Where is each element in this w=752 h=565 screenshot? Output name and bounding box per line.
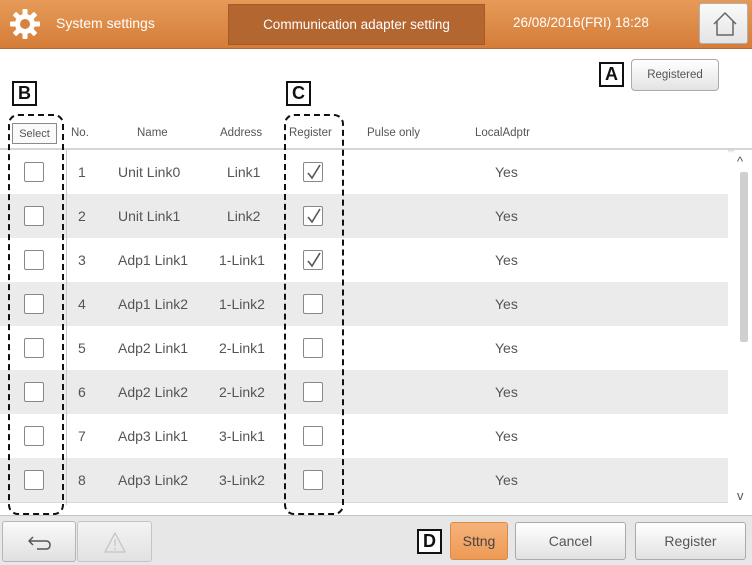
back-button[interactable] <box>2 521 76 562</box>
row-local-adptr: Yes <box>495 340 518 356</box>
row-address: Link2 <box>227 208 261 224</box>
row-address: 2-Link2 <box>219 384 265 400</box>
row-address: 2-Link1 <box>219 340 265 356</box>
warning-icon <box>104 532 126 553</box>
row-name: Adp1 Link1 <box>118 252 189 268</box>
table-row[interactable]: 7 Adp3 Link1 3-Link1 Yes <box>0 414 728 459</box>
row-no: 2 <box>78 208 86 224</box>
row-name: Adp1 Link2 <box>118 296 189 312</box>
row-no: 5 <box>78 340 86 356</box>
row-local-adptr: Yes <box>495 472 518 488</box>
back-arrow-icon <box>28 536 51 550</box>
sttng-button[interactable]: Sttng <box>450 522 508 560</box>
column-header-local-adptr: LocalAdptr <box>475 127 530 139</box>
row-name: Unit Link0 <box>118 164 181 180</box>
row-no: 3 <box>78 252 86 268</box>
row-name: Adp3 Link1 <box>118 428 189 444</box>
row-name: Adp3 Link2 <box>118 472 189 488</box>
scroll-thumb[interactable] <box>740 172 748 342</box>
register-button[interactable]: Register <box>635 522 746 560</box>
table-row[interactable]: 3 Adp1 Link1 1-Link1 Yes <box>0 238 728 283</box>
row-no: 6 <box>78 384 86 400</box>
row-name: Adp2 Link2 <box>118 384 189 400</box>
row-local-adptr: Yes <box>495 428 518 444</box>
table-row[interactable]: 8 Adp3 Link2 3-Link2 Yes <box>0 458 728 503</box>
callout-label-c: C <box>286 81 311 106</box>
row-address: Link1 <box>227 164 261 180</box>
row-name: Adp2 Link1 <box>118 340 189 356</box>
row-no: 1 <box>78 164 86 180</box>
table-row[interactable]: 2 Unit Link1 Link2 Yes <box>0 194 728 239</box>
callout-frame-c <box>284 114 344 515</box>
gear-icon <box>10 9 40 39</box>
table-scrollbar[interactable]: ^ v <box>734 150 752 510</box>
column-header-name: Name <box>137 127 168 139</box>
warning-button[interactable] <box>77 521 152 562</box>
row-local-adptr: Yes <box>495 252 518 268</box>
app-title: System settings <box>56 15 155 31</box>
home-button[interactable] <box>699 3 748 44</box>
row-local-adptr: Yes <box>495 296 518 312</box>
datetime-display: 26/08/2016(FRI) 18:28 <box>513 15 649 30</box>
row-local-adptr: Yes <box>495 208 518 224</box>
table-row[interactable]: 5 Adp2 Link1 2-Link1 Yes <box>0 326 728 371</box>
column-divider <box>66 150 67 505</box>
table-row[interactable]: 1 Unit Link0 Link1 Yes <box>0 150 728 195</box>
scroll-up-icon[interactable]: ^ <box>737 154 743 169</box>
row-address: 1-Link2 <box>219 296 265 312</box>
scroll-down-icon[interactable]: v <box>737 488 744 503</box>
row-address: 3-Link2 <box>219 472 265 488</box>
row-address: 1-Link1 <box>219 252 265 268</box>
column-header-pulse-only: Pulse only <box>367 127 421 139</box>
callout-label-b: B <box>12 81 37 106</box>
row-name: Unit Link1 <box>118 208 181 224</box>
table-row[interactable]: 4 Adp1 Link2 1-Link2 Yes <box>0 282 728 327</box>
screen-title: Communication adapter setting <box>228 4 485 45</box>
column-header-no: No. <box>71 127 89 139</box>
callout-frame-b <box>8 114 64 515</box>
row-no: 4 <box>78 296 86 312</box>
row-local-adptr: Yes <box>495 384 518 400</box>
table-header: Select No. Name Address Register Pulse o… <box>0 119 752 149</box>
row-no: 7 <box>78 428 86 444</box>
cancel-button[interactable]: Cancel <box>515 522 626 560</box>
callout-label-a: A <box>599 62 624 87</box>
row-local-adptr: Yes <box>495 164 518 180</box>
row-no: 8 <box>78 472 86 488</box>
top-header-bar: System settings Communication adapter se… <box>0 0 752 49</box>
column-header-address: Address <box>220 127 263 139</box>
callout-label-d: D <box>417 529 442 554</box>
table-row[interactable]: 6 Adp2 Link2 2-Link2 Yes <box>0 370 728 415</box>
row-address: 3-Link1 <box>219 428 265 444</box>
home-icon <box>713 12 737 36</box>
registered-button[interactable]: Registered <box>631 59 719 91</box>
